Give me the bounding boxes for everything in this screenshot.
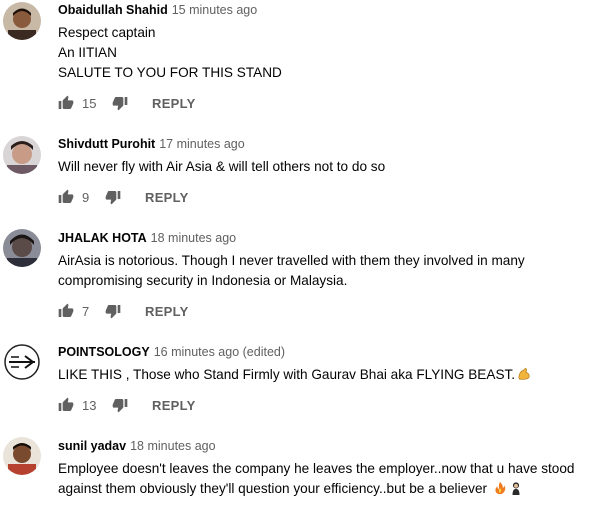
comment-line: against them obviously they'll question … xyxy=(58,479,588,499)
comment-line: Employee doesn't leaves the company he l… xyxy=(58,461,575,476)
fire-icon xyxy=(493,481,507,495)
avatar[interactable] xyxy=(3,136,41,174)
comment-text: Employee doesn't leaves the company he l… xyxy=(58,459,588,499)
thumbs-up-icon[interactable] xyxy=(58,189,74,205)
comment-line-text: LIKE THIS , Those who Stand Firmly with … xyxy=(58,367,516,382)
thumbs-down-icon[interactable] xyxy=(105,303,121,319)
comment-line: compromising security in Indonesia or Ma… xyxy=(58,273,348,288)
comment-line: An IITIAN xyxy=(58,45,117,60)
avatar[interactable] xyxy=(3,343,41,381)
thumbs-up-icon[interactable] xyxy=(58,303,74,319)
comment-author[interactable]: Shivdutt Purohit xyxy=(58,137,155,151)
comment-author[interactable]: Obaidullah Shahid xyxy=(58,3,168,17)
reply-button[interactable]: REPLY xyxy=(145,304,189,319)
comment-line: LIKE THIS , Those who Stand Firmly with … xyxy=(58,365,588,385)
flexed-biceps-icon xyxy=(517,367,531,381)
comment-line: AirAsia is notorious. Though I never tra… xyxy=(58,253,525,268)
reply-button[interactable]: REPLY xyxy=(152,398,196,413)
comment-timestamp[interactable]: 15 minutes ago xyxy=(172,3,257,17)
person-icon xyxy=(509,481,523,495)
comment-timestamp[interactable]: 18 minutes ago xyxy=(151,231,236,245)
comment-line: Respect captain xyxy=(58,25,156,40)
avatar[interactable] xyxy=(3,437,41,475)
comment-author[interactable]: POINTSOLOGY xyxy=(58,345,150,359)
comment-timestamp[interactable]: 18 minutes ago xyxy=(130,439,215,453)
avatar[interactable] xyxy=(3,2,41,40)
comment-timestamp[interactable]: 17 minutes ago xyxy=(159,137,244,151)
comment-line: SALUTE TO YOU FOR THIS STAND xyxy=(58,65,282,80)
comment-text: Respect captain An IITIAN SALUTE TO YOU … xyxy=(58,23,588,83)
thumbs-up-icon[interactable] xyxy=(58,397,74,413)
like-count: 15 xyxy=(82,95,97,111)
thumbs-down-icon[interactable] xyxy=(112,397,128,413)
comment-line: Will never fly with Air Asia & will tell… xyxy=(58,159,386,174)
comment-line-text: against them obviously they'll question … xyxy=(58,481,488,496)
comment-timestamp[interactable]: 16 minutes ago (edited) xyxy=(154,345,285,359)
reply-button[interactable]: REPLY xyxy=(145,190,189,205)
like-count: 13 xyxy=(82,397,97,413)
avatar[interactable] xyxy=(3,229,41,267)
thumbs-down-icon[interactable] xyxy=(105,189,121,205)
reply-button[interactable]: REPLY xyxy=(152,96,196,111)
comment-author[interactable]: sunil yadav xyxy=(58,439,126,453)
like-count: 7 xyxy=(82,303,90,319)
comment-text: AirAsia is notorious. Though I never tra… xyxy=(58,251,588,291)
like-count: 9 xyxy=(82,189,90,205)
comment-author[interactable]: JHALAK HOTA xyxy=(58,231,147,245)
thumbs-up-icon[interactable] xyxy=(58,95,74,111)
comment-text: Will never fly with Air Asia & will tell… xyxy=(58,157,588,177)
comment-text: LIKE THIS , Those who Stand Firmly with … xyxy=(58,365,588,385)
thumbs-down-icon[interactable] xyxy=(112,95,128,111)
